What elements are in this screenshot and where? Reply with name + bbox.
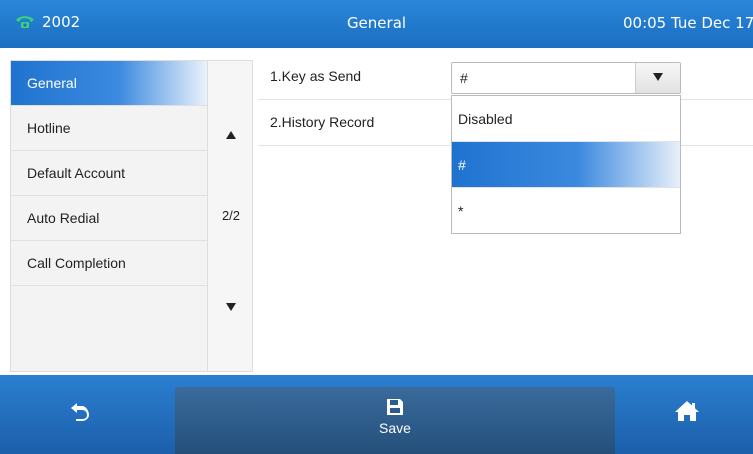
setting-label: 1.Key as Send xyxy=(270,68,362,84)
save-label: Save xyxy=(379,420,411,436)
home-icon xyxy=(674,401,699,421)
setting-label: 2.History Record xyxy=(270,114,375,130)
floppy-disk-icon xyxy=(387,399,403,415)
sidebar-item-call-completion[interactable]: Call Completion xyxy=(11,241,207,286)
dropdown-option-hash[interactable]: # xyxy=(452,142,680,188)
clock: 00:05 Tue Dec 17 xyxy=(623,14,753,32)
sidebar-item-hotline[interactable]: Hotline xyxy=(11,106,207,151)
page-down-button[interactable] xyxy=(208,301,254,316)
back-icon xyxy=(71,403,89,421)
sidebar: General Hotline Default Account Auto Red… xyxy=(10,60,207,372)
back-button[interactable] xyxy=(0,375,160,454)
page-scroller: 2/2 xyxy=(207,60,253,372)
select-toggle[interactable] xyxy=(635,63,680,93)
select-value: # xyxy=(460,70,468,86)
sidebar-item-auto-redial[interactable]: Auto Redial xyxy=(11,196,207,241)
key-as-send-dropdown: Disabled # * xyxy=(451,95,681,234)
home-button[interactable] xyxy=(620,375,753,454)
sidebar-item-general[interactable]: General xyxy=(11,61,207,106)
key-as-send-select[interactable]: # xyxy=(451,62,681,94)
page-indicator: 2/2 xyxy=(221,208,241,223)
page-up-button[interactable] xyxy=(208,129,254,144)
softkey-bar: Save xyxy=(0,375,753,454)
setting-row-key-as-send: 1.Key as Send # xyxy=(258,54,753,100)
status-bar: 2002 General 00:05 Tue Dec 17 xyxy=(0,0,753,48)
dropdown-option-star[interactable]: * xyxy=(452,188,680,234)
chevron-down-icon xyxy=(653,73,663,81)
dropdown-option-disabled[interactable]: Disabled xyxy=(452,96,680,142)
up-arrow-icon xyxy=(226,131,236,139)
sidebar-item-default-account[interactable]: Default Account xyxy=(11,151,207,196)
down-arrow-icon xyxy=(226,303,236,311)
save-button[interactable]: Save xyxy=(175,387,615,454)
